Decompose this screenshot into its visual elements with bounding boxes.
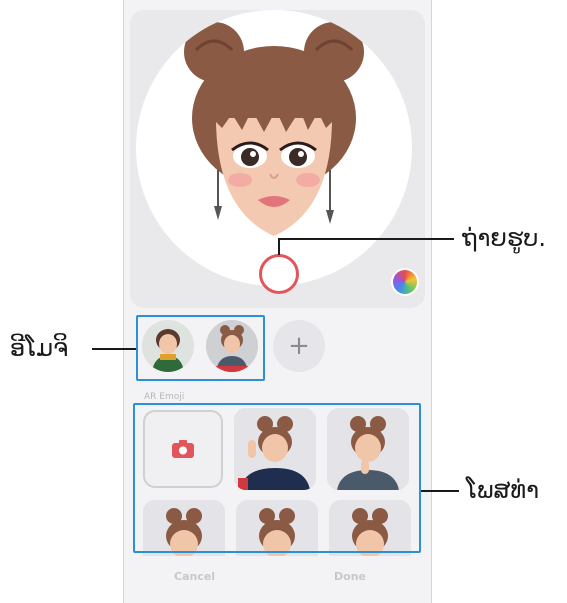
pose-callout-label: ໂພສທ່າ: [466, 476, 540, 504]
done-button[interactable]: Done: [334, 570, 366, 583]
capture-button[interactable]: [259, 254, 299, 294]
add-emoji-button[interactable]: +: [273, 320, 325, 372]
cancel-button[interactable]: Cancel: [174, 570, 215, 583]
color-palette-button[interactable]: [393, 270, 417, 294]
avatar-preview-card: [130, 10, 425, 308]
emoji-callout-label: ອີໂມຈິ: [10, 334, 69, 362]
avatar-face-illustration: [184, 22, 364, 236]
plus-icon: +: [288, 331, 310, 361]
pose-callout-line: [421, 490, 459, 492]
section-label: AR Emoji: [144, 392, 185, 402]
capture-callout-label: ຖ່າຍຮູບ.: [462, 224, 546, 252]
emoji-callout-line: [92, 348, 136, 350]
capture-callout-line: [278, 238, 454, 240]
bottom-action-bar: Cancel Done: [124, 556, 431, 603]
avatar-preview: [136, 10, 412, 286]
pose-highlight-box: [133, 403, 421, 553]
capture-callout-vline: [278, 239, 280, 255]
emoji-highlight-box: [136, 315, 265, 381]
